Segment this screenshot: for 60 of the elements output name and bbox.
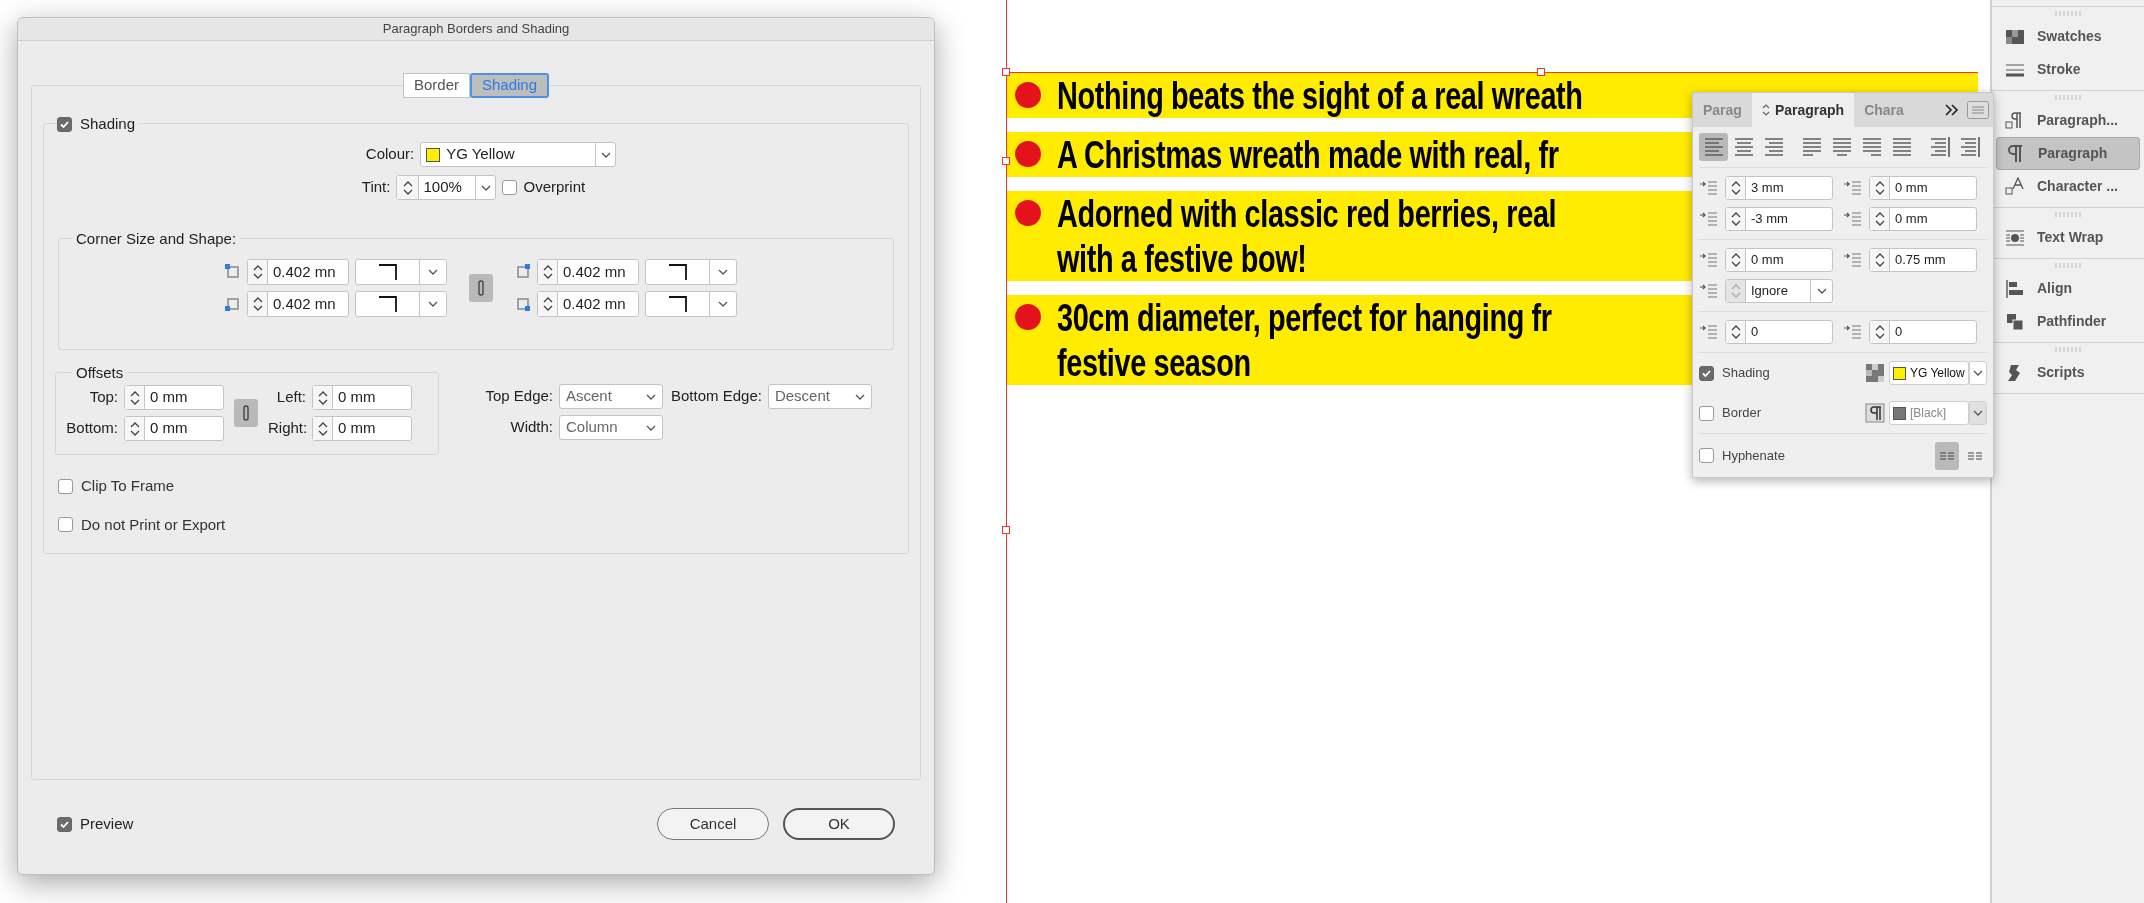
spin-field[interactable]: 0 mm	[124, 416, 224, 441]
checkbox-label: Hyphenate	[1722, 446, 1785, 465]
spin-field[interactable]: 0 mm	[312, 385, 412, 410]
paragraph-text: A Christmas wreath made with real, fr	[1057, 132, 1559, 177]
field-label: Right:	[268, 418, 306, 439]
panel-item[interactable]: Stroke	[1996, 53, 2140, 86]
swatch-dropdown[interactable]: [Black]	[1889, 401, 1969, 425]
spin-field[interactable]: 0	[1869, 320, 1977, 344]
spin-field[interactable]: 0	[1725, 320, 1833, 344]
paragraph-text: Nothing beats the sight of a real wreath	[1057, 73, 1583, 118]
checkbox-label: Do not Print or Export	[81, 514, 226, 535]
panel-item[interactable]: Text Wrap	[1996, 221, 2140, 254]
paragraph-text: with a festive bow!	[1057, 236, 1308, 281]
dropdown[interactable]: Column	[559, 415, 663, 440]
spin-dropdown[interactable]: Ignore	[1725, 279, 1833, 303]
panel-item[interactable]: Pathfinder	[1996, 305, 2140, 338]
field-label: Bottom Edge:	[671, 386, 762, 407]
checkbox-label: Preview	[80, 813, 134, 834]
colour-dropdown[interactable]: YG Yellow	[420, 142, 617, 167]
field-label: Top Edge:	[484, 386, 553, 407]
paragraph-text: festive season	[1057, 340, 1252, 385]
field-label: Tint:	[361, 177, 391, 198]
panel-item[interactable]: Character ...	[1996, 170, 2140, 203]
field-label: Colour:	[365, 144, 415, 165]
field-label: Width:	[509, 417, 553, 438]
panel-item[interactable]: Paragraph	[1996, 137, 2140, 170]
checkbox-label: Shading	[1722, 364, 1770, 383]
field-label: Left:	[275, 387, 306, 408]
swatch-dropdown[interactable]: YG Yellow	[1889, 361, 1969, 385]
dialog-button[interactable]: OK	[783, 808, 895, 840]
checkbox-label: Overprint	[523, 177, 586, 198]
tint-field[interactable]: 100%	[396, 175, 497, 200]
paragraph-text: Adorned with classic red berries, real	[1057, 191, 1557, 236]
panel-item[interactable]: Paragraph...	[1996, 104, 2140, 137]
spin-field[interactable]: 0 mm	[124, 385, 224, 410]
spin-field[interactable]: 0.402 mn	[537, 259, 639, 285]
spin-field[interactable]: 0.402 mn	[247, 259, 349, 285]
tab[interactable]: Border	[402, 73, 470, 98]
dialog-button[interactable]: Cancel	[657, 808, 769, 840]
spin-field[interactable]: 0 mm	[1869, 176, 1977, 200]
spin-field[interactable]: -3 mm	[1725, 207, 1833, 231]
dropdown[interactable]: Descent	[767, 384, 872, 409]
spin-field[interactable]: 0 mm	[1725, 248, 1833, 272]
checkbox-label: Clip To Frame	[81, 476, 175, 496]
panel-item[interactable]: Swatches	[1996, 20, 2140, 53]
panel-tab[interactable]: Paragraph	[1751, 93, 1855, 127]
panel-item[interactable]: Scripts	[1996, 356, 2140, 389]
spin-field[interactable]: 0 mm	[1869, 207, 1977, 231]
dropdown[interactable]: Ascent	[559, 384, 663, 409]
spin-field[interactable]: 0 mm	[312, 416, 412, 441]
spin-field[interactable]: 0.75 mm	[1869, 248, 1977, 272]
checkbox-label: Border	[1722, 404, 1762, 423]
field-label: Bottom:	[65, 418, 118, 439]
spin-field[interactable]: 0.402 mn	[247, 291, 349, 317]
field-label: Top:	[88, 387, 118, 408]
window-title: Paragraph Borders and Shading	[382, 20, 570, 39]
paragraph-text: 30cm diameter, perfect for hanging fr	[1057, 295, 1552, 340]
panel-item[interactable]: Align	[1996, 272, 2140, 305]
spin-field[interactable]: 0.402 mn	[537, 291, 639, 317]
spin-field[interactable]: 3 mm	[1725, 176, 1833, 200]
